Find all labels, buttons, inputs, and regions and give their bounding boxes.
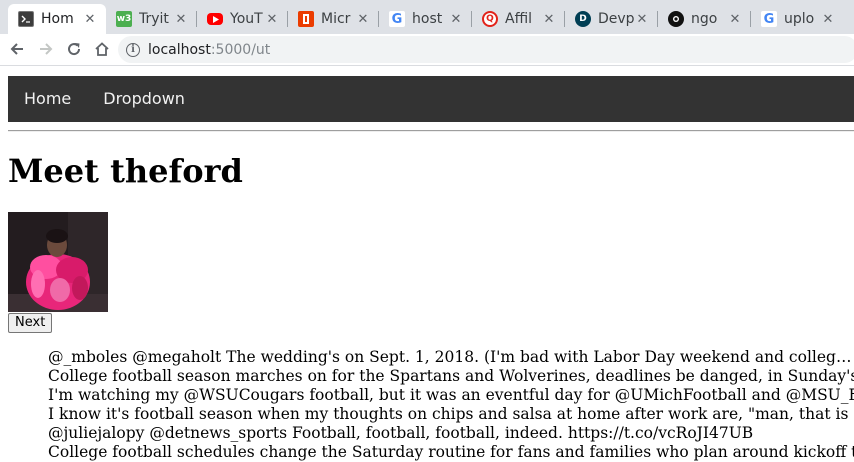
url-path: :5000/ut xyxy=(210,41,271,58)
tab-title: Micr xyxy=(321,11,351,27)
address-bar[interactable]: i localhost:5000/ut xyxy=(118,36,854,63)
tab-title: Hom xyxy=(41,11,74,27)
affiliate-favicon-icon: Q xyxy=(482,11,498,27)
page-title: Meet theford xyxy=(8,152,243,190)
close-tab-icon[interactable]: ✕ xyxy=(635,12,649,27)
tab-title: ngo xyxy=(691,11,718,27)
close-tab-icon[interactable]: ✕ xyxy=(728,12,742,27)
tweet-item: College football schedules change the Sa… xyxy=(48,443,854,462)
browser-tab-4[interactable]: Micr ✕ xyxy=(288,4,379,34)
youtube-favicon-icon xyxy=(207,13,223,25)
browser-tab-6[interactable]: Q Affil ✕ xyxy=(472,4,565,34)
home-icon[interactable] xyxy=(91,38,113,60)
browser-tab-8[interactable]: ngo ✕ xyxy=(658,4,751,34)
close-tab-icon[interactable]: ✕ xyxy=(542,12,556,27)
tab-title: Affil xyxy=(505,11,533,27)
tweet-list: @_mboles @megaholt The wedding's on Sept… xyxy=(8,348,854,462)
next-button[interactable]: Next xyxy=(8,313,53,333)
github-favicon-icon xyxy=(668,11,684,27)
tweet-item: I know it's football season when my thou… xyxy=(48,405,854,424)
google-favicon-icon: G xyxy=(389,11,405,27)
tweet-item: @juliejalopy @detnews_sports Football, f… xyxy=(48,424,854,443)
close-tab-icon[interactable]: ✕ xyxy=(821,12,835,27)
terminal-favicon-icon xyxy=(18,11,34,27)
tab-title: YouT xyxy=(230,11,263,27)
horizontal-divider xyxy=(8,130,854,132)
nav-link-home[interactable]: Home xyxy=(8,76,87,122)
close-tab-icon[interactable]: ✕ xyxy=(83,12,97,27)
google-favicon-icon: G xyxy=(761,11,777,27)
devpost-favicon-icon: D xyxy=(575,11,591,27)
nav-link-dropdown[interactable]: Dropdown xyxy=(87,76,201,122)
reload-icon[interactable] xyxy=(63,38,85,60)
browser-tab-2[interactable]: w3 Tryit ✕ xyxy=(106,4,197,34)
browser-tab-9[interactable]: G uplo ✕ xyxy=(751,4,844,34)
close-tab-icon[interactable]: ✕ xyxy=(449,12,463,27)
back-arrow-icon[interactable] xyxy=(6,38,28,60)
tweet-item: I'm watching my @WSUCougars football, bu… xyxy=(48,386,854,405)
close-tab-icon[interactable]: ✕ xyxy=(174,12,188,27)
forward-arrow-icon[interactable] xyxy=(35,38,57,60)
close-tab-icon[interactable]: ✕ xyxy=(265,12,279,27)
browser-tab-1[interactable]: Hom ✕ xyxy=(8,4,106,34)
w3schools-favicon-icon: w3 xyxy=(116,11,132,27)
tab-title: host xyxy=(412,11,443,27)
tweet-item: @_mboles @megaholt The wedding's on Sept… xyxy=(48,348,854,367)
info-icon[interactable]: i xyxy=(126,42,140,57)
tab-title: uplo xyxy=(784,11,815,27)
browser-tab-7[interactable]: D Devp ✕ xyxy=(565,4,658,34)
browser-toolbar: i localhost:5000/ut xyxy=(0,34,854,66)
browser-tab-3[interactable]: YouT ✕ xyxy=(197,4,288,34)
url-host: localhost xyxy=(148,41,211,58)
browser-tab-5[interactable]: G host ✕ xyxy=(379,4,472,34)
browser-tab-strip: Hom ✕ w3 Tryit ✕ YouT ✕ Micr ✕ G host ✕ … xyxy=(0,0,854,34)
site-navbar: Home Dropdown xyxy=(8,76,854,122)
office-favicon-icon xyxy=(298,11,314,27)
tab-title: Tryit xyxy=(139,11,169,27)
profile-photo xyxy=(8,212,108,312)
close-tab-icon[interactable]: ✕ xyxy=(356,12,370,27)
tweet-item: College football season marches on for t… xyxy=(48,367,854,386)
tab-title: Devp xyxy=(598,11,635,27)
